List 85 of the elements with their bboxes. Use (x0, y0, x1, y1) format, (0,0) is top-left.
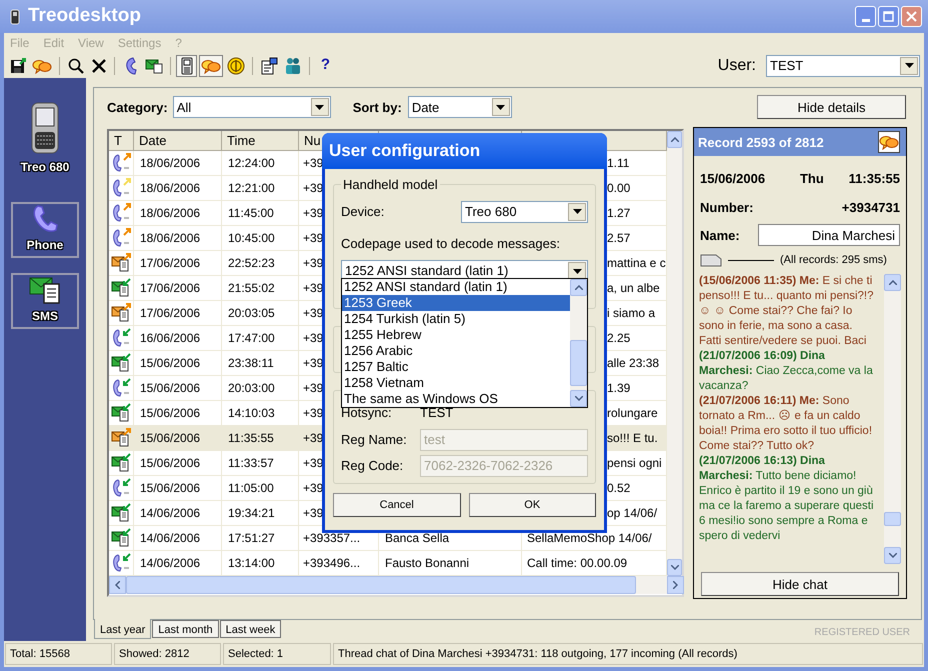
table-cell-text: 15/06/2006 (140, 480, 200, 498)
record-weekday: Thu (800, 170, 824, 188)
table-cell-text: 11:45:00 (228, 205, 274, 222)
table-cell-text: 15/06/2006 (140, 405, 200, 422)
table-cell-text: 14:10:03 (228, 405, 275, 422)
codepage-label: Codepage used to decode messages: (341, 234, 561, 253)
table-cell-text: 14/06/2006 (140, 555, 200, 572)
table-cell-text: 1.11 (607, 155, 630, 172)
table-cell-text: 20:03:05 (228, 305, 275, 322)
record-date: 15/06/2006 (700, 170, 766, 188)
table-cell-text: +393496... (303, 555, 360, 572)
table-cell-text: 0.52 (607, 480, 630, 498)
table-cell-text: 18/06/2006 (140, 230, 200, 248)
table-cell-text: op 14/06/ (607, 505, 658, 522)
dialog-title: User configuration (329, 140, 480, 162)
table-cell-text: 18/06/2006 (140, 205, 200, 222)
table-cell-text: 11:33:57 (228, 455, 274, 472)
sort-label: Sort by: (352, 98, 402, 117)
table-cell-text: 0.00 (607, 180, 630, 198)
table-cell-text: 17/06/2006 (140, 305, 200, 322)
device-label: Device: (341, 202, 384, 221)
status-text: Selected: 1 (223, 643, 331, 666)
table-cell-text: Banca Sella (385, 530, 450, 548)
status-text: Showed: 2812 (114, 643, 221, 666)
chat-message: (21/07/2006 16:09) Dina Marchesi: Ciao Zecca,come va la vacanza? (699, 349, 874, 394)
records-count: (All records: 295 sms) (780, 253, 887, 268)
category-label: Category: (107, 98, 168, 117)
hotsync-label: Hotsync: (341, 404, 393, 422)
table-cell-text: 15/06/2006 (140, 355, 200, 372)
table-cell-text: 17:47:00 (228, 330, 275, 348)
group-title: Handheld model (342, 176, 439, 194)
table-cell-text: 1.27 (607, 205, 630, 222)
table-cell-text: 17/06/2006 (140, 255, 200, 272)
status-text: Thread chat of Dina Marchesi +3934731: 118 outgoing, 177 incoming (All records) (333, 643, 923, 666)
table-cell-text: 20:03:00 (228, 380, 275, 398)
record-time: 11:35:55 (848, 170, 900, 188)
table-cell-text: rolungare (607, 405, 658, 422)
registration-status: REGISTERED USER (814, 626, 910, 640)
table-cell-text: 2.57 (607, 230, 630, 248)
table-cell-text: 11:35:55 (228, 430, 274, 448)
table-cell-text: 16/06/2006 (140, 330, 200, 348)
table-cell-text: 12:24:00 (228, 155, 275, 172)
name-label: Name: (700, 226, 741, 245)
table-cell-text: 17:51:27 (228, 530, 275, 548)
table-cell-text: 1.39 (607, 380, 630, 398)
chat-message: (15/06/2006 11:35) Me: E si che ti penso!!! E tu... quanto mi pensi?!? ☺ ☺ Come stai?? Che fai? Io sono in ferie, ma sono a casa. Fatti sentire/vedere se puoi. Baci (699, 274, 875, 350)
status-text: Total: 15568 (5, 643, 112, 666)
record-title: Record 2593 of 2812 (698, 134, 825, 152)
chat-message: (21/07/2006 16:13) Dina Marchesi: Tutto bene diciamo! Enrico è partito il 19 e sono un giù ma ce la faremo a superare questi 6 mesi!io sono sempre a Roma e spero di vedervi (699, 454, 875, 544)
table-cell-text: 19:34:21 (228, 505, 275, 522)
table-cell-text: 22:52:23 (228, 255, 275, 272)
reg-code-label: Reg Code: (341, 457, 404, 476)
table-cell-text: 14/06/2006 (140, 530, 200, 548)
table-cell-text: 13:14:00 (228, 555, 275, 572)
table-cell-text: 18/06/2006 (140, 155, 200, 172)
chat-message: (21/07/2006 16:11) Me: Sono tornato a Rm... ☹ e fa un caldo boia!! Prima ero sotto il tuo ufficio! Come stai?? Tutto ok? (699, 394, 874, 454)
record-number: +3934731 (842, 198, 900, 217)
reg-name-label: Reg Name: (341, 431, 408, 450)
table-cell-text: SellaMemoShop 14/06/ (527, 530, 652, 548)
table-cell-text: 18/06/2006 (140, 180, 200, 198)
user-label: User: (718, 56, 756, 76)
table-cell-text: so!!! E tu. (607, 430, 658, 448)
table-cell-text: alle 23:38 (607, 355, 660, 372)
device-label: Treo 680 (20, 159, 70, 176)
table-cell-text: +393357... (303, 530, 360, 548)
table-cell-text: 15/06/2006 (140, 455, 200, 472)
table-cell-text: Fausto Bonanni (385, 555, 470, 572)
window-title: Treodesktop (28, 4, 141, 28)
table-cell-text: Call time: 00.00.09 (527, 555, 628, 572)
table-cell-text: 2.25 (607, 330, 630, 348)
table-cell-text: 14/06/2006 (140, 505, 200, 522)
table-cell-text: mattina e c (607, 255, 666, 272)
table-cell-text: 21:55:02 (228, 280, 275, 298)
hotsync-value: TEST (420, 404, 454, 422)
table-cell-text: 23:38:11 (228, 355, 274, 372)
table-cell-text: 15/06/2006 (140, 380, 200, 398)
table-cell-text: 11:05:00 (228, 480, 274, 498)
table-cell-text: 15/06/2006 (140, 430, 200, 448)
table-cell-text: i siamo a (607, 305, 656, 322)
table-cell-text: 17/06/2006 (140, 280, 200, 298)
table-cell-text: 10:45:00 (228, 230, 275, 248)
table-cell-text: 12:21:00 (228, 180, 275, 198)
table-cell-text: a, un albe (607, 280, 660, 298)
number-label: Number: (700, 198, 754, 217)
table-cell-text: pensi ogni (607, 455, 662, 472)
